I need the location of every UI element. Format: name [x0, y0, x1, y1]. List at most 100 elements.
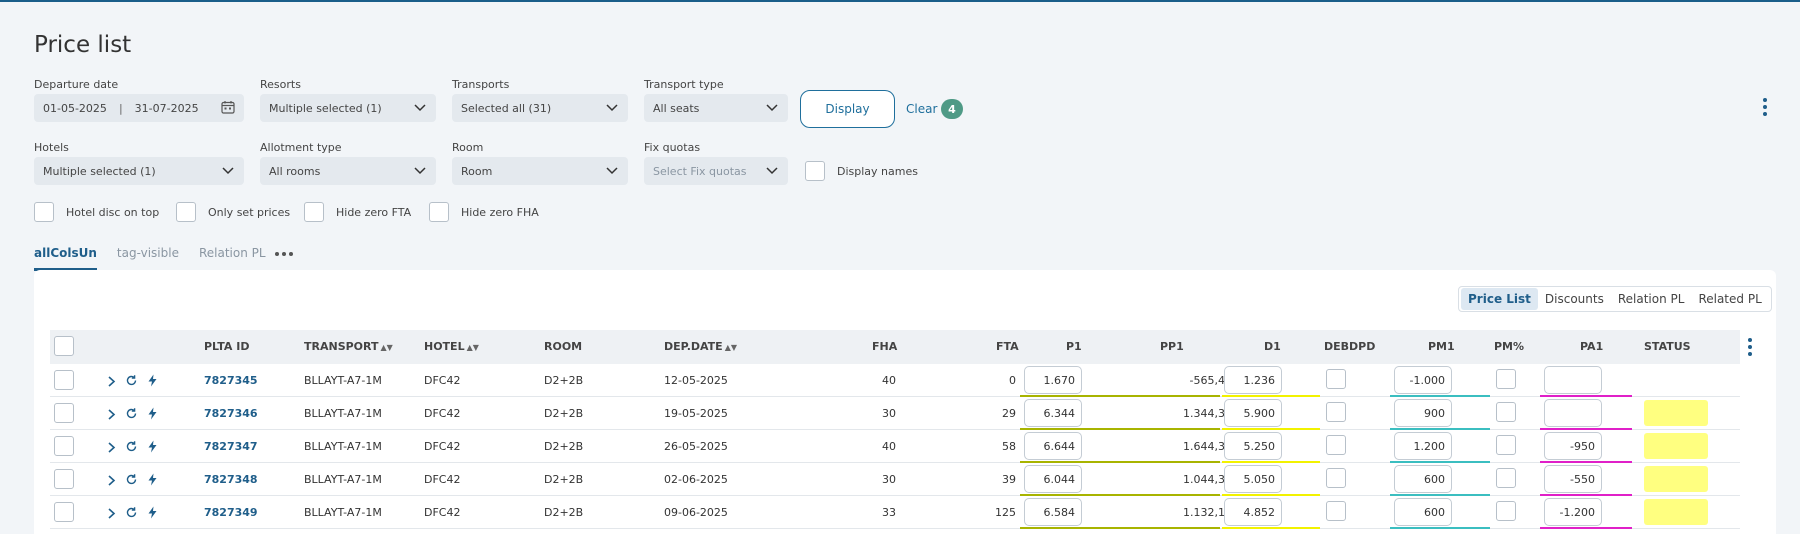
room-select[interactable]: Room	[452, 157, 628, 185]
pm1-input[interactable]: 900	[1394, 399, 1452, 427]
col-pm1[interactable]: PM1	[1428, 340, 1455, 353]
table-row[interactable]: 7827348 BLLAYT-A7-1M DFC42 D2+2B 02-06-2025 3…	[50, 463, 1740, 496]
table-row[interactable]: 7827347 BLLAYT-A7-1M DFC42 D2+2B 26-05-2025 4…	[50, 430, 1740, 463]
fix-quotas-select[interactable]: Select Fix quotas	[644, 157, 788, 185]
table-row[interactable]: 7827349 BLLAYT-A7-1M DFC42 D2+2B 09-06-2025 3…	[50, 496, 1740, 529]
p1-input[interactable]: 6.644	[1024, 432, 1082, 460]
refresh-icon[interactable]	[124, 472, 138, 486]
select-all-checkbox[interactable]	[54, 336, 74, 356]
row-checkbox[interactable]	[54, 436, 74, 456]
row-checkbox[interactable]	[54, 469, 74, 489]
table-row[interactable]: 7827346 BLLAYT-A7-1M DFC42 D2+2B 19-05-2025 3…	[50, 397, 1740, 430]
expand-chevron-icon[interactable]	[104, 374, 118, 388]
pa1-input[interactable]	[1544, 366, 1602, 394]
col-hotel[interactable]: HOTEL ▲▼	[424, 340, 479, 353]
hotels-select[interactable]: Multiple selected (1)	[34, 157, 244, 185]
lightning-icon[interactable]	[145, 439, 159, 453]
view-switch-discounts[interactable]: Discounts	[1538, 288, 1611, 310]
checkbox-box[interactable]	[176, 202, 196, 222]
pm1-input[interactable]: -1.000	[1394, 366, 1452, 394]
resorts-select[interactable]: Multiple selected (1)	[260, 94, 436, 122]
transports-select[interactable]: Selected all (31)	[452, 94, 628, 122]
p1-input[interactable]: 6.584	[1024, 498, 1082, 526]
transport-type-select[interactable]: All seats	[644, 94, 788, 122]
hide-zero-fta-checkbox[interactable]: Hide zero FTA	[304, 202, 411, 222]
refresh-icon[interactable]	[124, 505, 138, 519]
plta-id-link[interactable]: 7827345	[204, 374, 258, 387]
lightning-icon[interactable]	[145, 472, 159, 486]
tab-tag-visible[interactable]: tag-visible	[117, 246, 179, 271]
d1-input[interactable]: 5.250	[1224, 432, 1282, 460]
refresh-icon[interactable]	[124, 406, 138, 420]
refresh-icon[interactable]	[124, 373, 138, 387]
hotel-disc-on-top-checkbox[interactable]: Hotel disc on top	[34, 202, 159, 222]
pm1-input[interactable]: 1.200	[1394, 432, 1452, 460]
col-d1[interactable]: D1	[1264, 340, 1281, 353]
more-horizontal-icon[interactable]	[275, 251, 294, 256]
sort-icon[interactable]: ▲▼	[467, 343, 479, 352]
view-switch-relation-pl[interactable]: Relation PL	[1611, 288, 1692, 310]
debdpd-checkbox[interactable]	[1326, 501, 1346, 521]
col-status[interactable]: STATUS	[1644, 340, 1691, 353]
debdpd-checkbox[interactable]	[1326, 468, 1346, 488]
col-debdpd[interactable]: DEBDPD	[1324, 340, 1375, 353]
col-dep-date[interactable]: DEP.DATE ▲▼	[664, 340, 737, 353]
d1-input[interactable]: 4.852	[1224, 498, 1282, 526]
pm1-input[interactable]: 600	[1394, 465, 1452, 493]
pa1-input[interactable]: -950	[1544, 432, 1602, 460]
col-p1[interactable]: P1	[1066, 340, 1082, 353]
table-row[interactable]: 7827345 BLLAYT-A7-1M DFC42 D2+2B 12-05-2025 4…	[50, 364, 1740, 397]
sort-icon[interactable]: ▲▼	[381, 343, 393, 352]
tab-allcolsun[interactable]: allColsUn	[34, 246, 97, 271]
row-checkbox[interactable]	[54, 502, 74, 522]
expand-chevron-icon[interactable]	[104, 407, 118, 421]
debdpd-checkbox[interactable]	[1326, 435, 1346, 455]
debdpd-checkbox[interactable]	[1326, 369, 1346, 389]
lightning-icon[interactable]	[145, 373, 159, 387]
lightning-icon[interactable]	[145, 505, 159, 519]
checkbox-box[interactable]	[429, 202, 449, 222]
pm-pct-checkbox[interactable]	[1496, 402, 1516, 422]
refresh-icon[interactable]	[124, 439, 138, 453]
view-switch-price-list[interactable]: Price List	[1461, 288, 1538, 310]
p1-input[interactable]: 6.344	[1024, 399, 1082, 427]
d1-input[interactable]: 5.900	[1224, 399, 1282, 427]
col-transport[interactable]: TRANSPORT ▲▼	[304, 340, 393, 353]
departure-date-range-input[interactable]: 01-05-2025 | 31-07-2025	[34, 94, 244, 122]
allotment-type-select[interactable]: All rooms	[260, 157, 436, 185]
hide-zero-fha-checkbox[interactable]: Hide zero FHA	[429, 202, 539, 222]
column-options-icon[interactable]	[1748, 338, 1752, 356]
pm-pct-checkbox[interactable]	[1496, 468, 1516, 488]
sort-icon[interactable]: ▲▼	[725, 343, 737, 352]
debdpd-checkbox[interactable]	[1326, 402, 1346, 422]
checkbox-box[interactable]	[34, 202, 54, 222]
pa1-input[interactable]: -1.200	[1544, 498, 1602, 526]
tab-relation-pl[interactable]: Relation PL	[199, 246, 294, 271]
expand-chevron-icon[interactable]	[104, 473, 118, 487]
pm1-input[interactable]: 600	[1394, 498, 1452, 526]
col-pp1[interactable]: PP1	[1160, 340, 1184, 353]
col-pm-pct[interactable]: PM%	[1494, 340, 1524, 353]
p1-input[interactable]: 1.670	[1024, 366, 1082, 394]
only-set-prices-checkbox[interactable]: Only set prices	[176, 202, 290, 222]
more-options-icon[interactable]	[1763, 98, 1767, 116]
plta-id-link[interactable]: 7827348	[204, 473, 258, 486]
pm-pct-checkbox[interactable]	[1496, 435, 1516, 455]
calendar-icon[interactable]	[221, 100, 235, 117]
checkbox-box[interactable]	[304, 202, 324, 222]
p1-input[interactable]: 6.044	[1024, 465, 1082, 493]
clear-button[interactable]: Clear	[906, 102, 937, 116]
pa1-input[interactable]: -550	[1544, 465, 1602, 493]
col-room[interactable]: ROOM	[544, 340, 582, 353]
plta-id-link[interactable]: 7827347	[204, 440, 258, 453]
display-button[interactable]: Display	[800, 90, 895, 128]
expand-chevron-icon[interactable]	[104, 440, 118, 454]
col-fha[interactable]: FHA	[872, 340, 897, 353]
pm-pct-checkbox[interactable]	[1496, 501, 1516, 521]
d1-input[interactable]: 1.236	[1224, 366, 1282, 394]
plta-id-link[interactable]: 7827346	[204, 407, 258, 420]
plta-id-link[interactable]: 7827349	[204, 506, 258, 519]
display-names-checkbox[interactable]: Display names	[805, 161, 918, 181]
row-checkbox[interactable]	[54, 403, 74, 423]
checkbox-box[interactable]	[805, 161, 825, 181]
